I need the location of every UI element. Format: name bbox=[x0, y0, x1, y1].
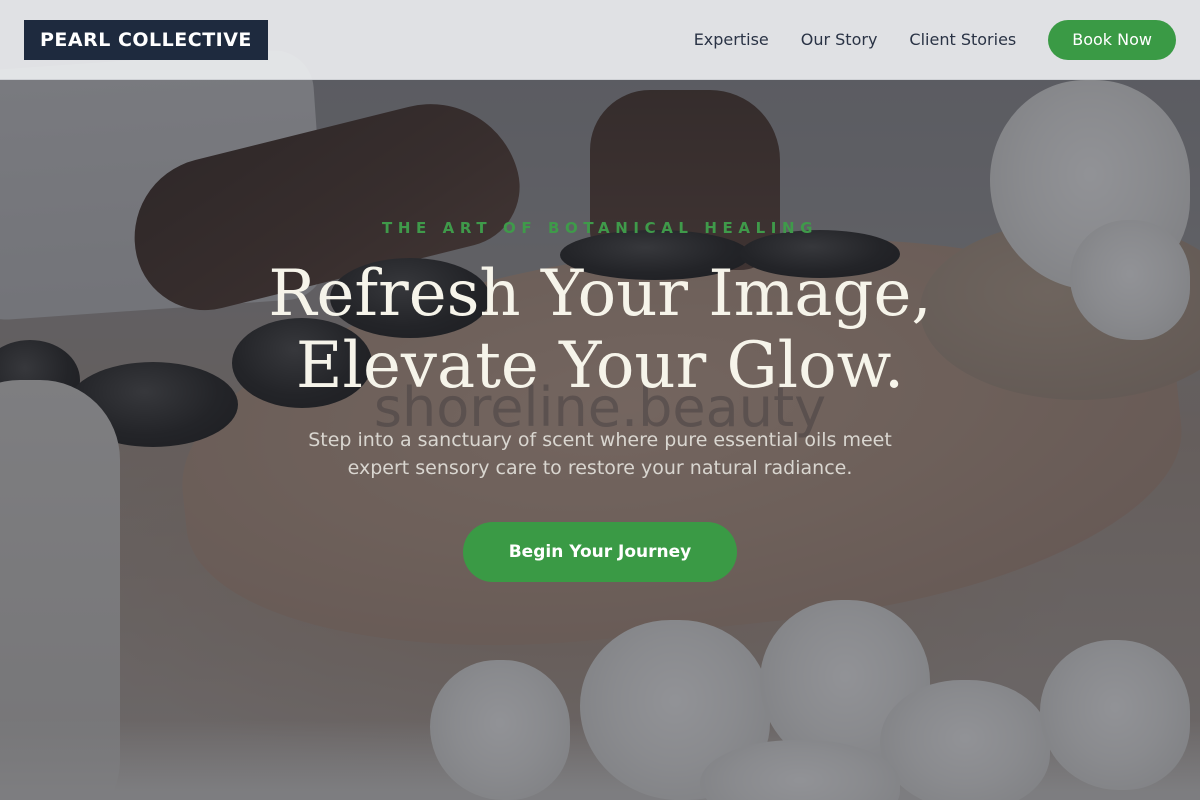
hero-eyebrow: THE ART OF BOTANICAL HEALING bbox=[381, 219, 819, 237]
hero-subtext: Step into a sanctuary of scent where pur… bbox=[308, 429, 892, 479]
hero-headline-line-1: Refresh Your Image, bbox=[268, 257, 932, 331]
book-now-button[interactable]: Book Now bbox=[1048, 19, 1176, 60]
nav-link-expertise[interactable]: Expertise bbox=[694, 30, 769, 49]
hero-content: THE ART OF BOTANICAL HEALING shoreline.b… bbox=[0, 0, 1200, 800]
site-header: PEARL COLLECTIVE Expertise Our Story Cli… bbox=[0, 0, 1200, 80]
main-nav: Expertise Our Story Client Stories Book … bbox=[694, 19, 1176, 60]
hero-headline: Refresh Your Image, Elevate Your Glow. bbox=[0, 258, 1200, 402]
begin-journey-button[interactable]: Begin Your Journey bbox=[463, 522, 737, 582]
nav-link-our-story[interactable]: Our Story bbox=[801, 30, 878, 49]
brand-logo[interactable]: PEARL COLLECTIVE bbox=[24, 19, 268, 60]
nav-link-client-stories[interactable]: Client Stories bbox=[909, 30, 1016, 49]
hero-headline-line-2: Elevate Your Glow. bbox=[295, 329, 905, 403]
